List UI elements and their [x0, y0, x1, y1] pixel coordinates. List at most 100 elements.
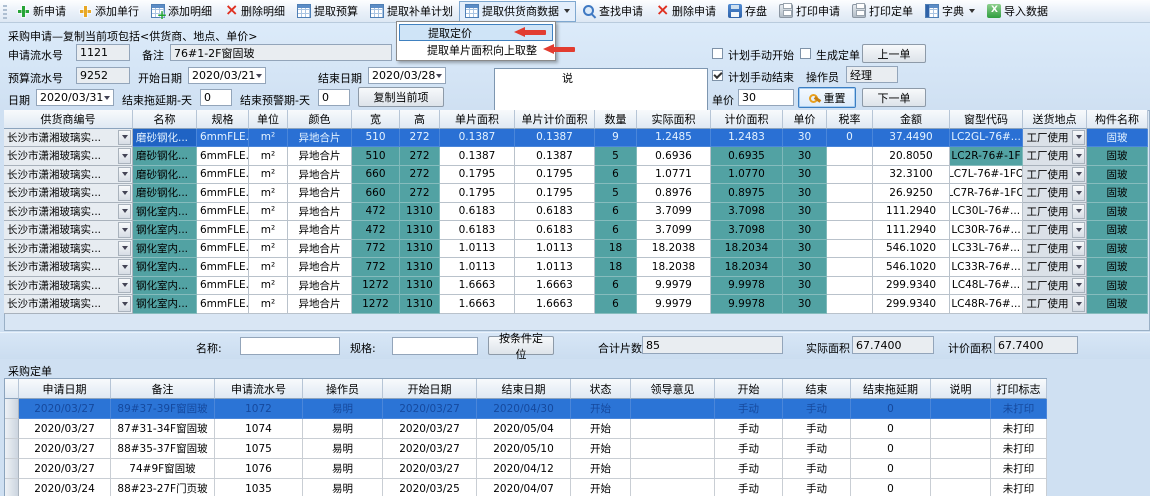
- orders-cell-end-date[interactable]: 2020/04/12: [477, 459, 571, 479]
- cell-actual-area[interactable]: 3.7099: [637, 221, 711, 240]
- orders-column-header-end-delay[interactable]: 结束拖延期: [851, 379, 931, 399]
- cell-unit-price[interactable]: 30: [783, 184, 827, 203]
- dropdown-arrow-icon[interactable]: [1072, 130, 1085, 146]
- toolbar-button-delete-detail[interactable]: 删除明细: [218, 1, 291, 22]
- cell-spec[interactable]: 6mmFLE...: [197, 129, 249, 148]
- cell-tax-rate[interactable]: [827, 221, 873, 240]
- cell-color[interactable]: 异地合片: [288, 166, 352, 185]
- orders-column-header-end[interactable]: 结束: [783, 379, 851, 399]
- toolbar-button-save[interactable]: 存盘: [722, 1, 773, 22]
- cell-tax-rate[interactable]: [827, 184, 873, 203]
- orders-cell-print-flag[interactable]: 未打印: [991, 399, 1047, 419]
- cell-amount[interactable]: 299.9340: [873, 295, 950, 314]
- toolbar-button-add-row[interactable]: 添加单行: [72, 1, 145, 22]
- cell-qty[interactable]: 18: [595, 240, 637, 259]
- orders-cell-status[interactable]: 开始: [571, 439, 631, 459]
- cell-calc-area[interactable]: 0.8975: [711, 184, 783, 203]
- toolbar-button-delete-apply[interactable]: 删除申请: [649, 1, 722, 22]
- cell-calc-area[interactable]: 18.2034: [711, 258, 783, 277]
- copy-current-button[interactable]: 复制当前项: [358, 87, 444, 107]
- orders-column-header-leader-opinion[interactable]: 领导意见: [631, 379, 715, 399]
- cell-window-code[interactable]: LC33R-76#...: [950, 258, 1023, 277]
- cell-window-code[interactable]: LC7L-76#-1FO: [950, 166, 1023, 185]
- cell-actual-area[interactable]: 0.6936: [637, 147, 711, 166]
- orders-row-gutter[interactable]: [5, 439, 19, 459]
- cell-height[interactable]: 1310: [400, 221, 440, 240]
- orders-cell-start-date[interactable]: 2020/03/25: [383, 479, 477, 496]
- orders-row-gutter[interactable]: [5, 419, 19, 439]
- cell-piece-calc-area[interactable]: 0.1795: [515, 184, 595, 203]
- cell-delivery-place[interactable]: 工厂使用: [1023, 147, 1087, 166]
- cell-unit[interactable]: m²: [249, 277, 288, 296]
- cell-component-name[interactable]: 固玻: [1087, 184, 1148, 203]
- cell-tax-rate[interactable]: [827, 295, 873, 314]
- cell-supplier[interactable]: 长沙市潇湘玻璃实...: [4, 240, 133, 259]
- cell-tax-rate[interactable]: [827, 147, 873, 166]
- orders-cell-end[interactable]: 手动: [783, 419, 851, 439]
- cell-tax-rate[interactable]: 0: [827, 129, 873, 148]
- cell-color[interactable]: 异地合片: [288, 295, 352, 314]
- orders-cell-status[interactable]: 开始: [571, 419, 631, 439]
- chevron-down-icon[interactable]: [564, 9, 570, 13]
- cell-actual-area[interactable]: 3.7099: [637, 203, 711, 222]
- orders-cell-start[interactable]: 手动: [715, 419, 783, 439]
- cell-qty[interactable]: 5: [595, 184, 637, 203]
- cell-window-code[interactable]: LC7R-76#-1FO: [950, 184, 1023, 203]
- toolbar-button-extract-budget[interactable]: 提取预算: [291, 1, 364, 22]
- orders-column-header-start[interactable]: 开始: [715, 379, 783, 399]
- unit-price-field[interactable]: 30: [738, 89, 794, 106]
- cell-spec[interactable]: 6mmFLE...: [197, 166, 249, 185]
- cell-qty[interactable]: 6: [595, 277, 637, 296]
- cell-supplier[interactable]: 长沙市潇湘玻璃实...: [4, 258, 133, 277]
- reset-button[interactable]: 重置: [798, 87, 856, 108]
- cell-name[interactable]: 磨砂钢化...: [133, 129, 197, 148]
- cell-height[interactable]: 272: [400, 147, 440, 166]
- cell-calc-area[interactable]: 9.9978: [711, 277, 783, 296]
- cell-component-name[interactable]: 固玻: [1087, 295, 1148, 314]
- dropdown-arrow-icon[interactable]: [1072, 296, 1085, 312]
- toolbar-button-extract-supplement-plan[interactable]: 提取补单计划: [364, 1, 459, 22]
- cell-color[interactable]: 异地合片: [288, 203, 352, 222]
- cell-calc-area[interactable]: 0.6935: [711, 147, 783, 166]
- locate-by-condition-button[interactable]: 按条件定位: [488, 336, 554, 355]
- cell-piece-area[interactable]: 1.6663: [440, 295, 515, 314]
- dropdown-arrow-icon[interactable]: [1072, 204, 1085, 220]
- toolbar-button-import-data[interactable]: 导入数据: [981, 1, 1054, 22]
- cell-width[interactable]: 772: [352, 240, 400, 259]
- cell-color[interactable]: 异地合片: [288, 221, 352, 240]
- menu-item-extract-pricing[interactable]: 提取定价: [399, 24, 553, 41]
- cell-actual-area[interactable]: 0.8976: [637, 184, 711, 203]
- cell-piece-area[interactable]: 1.6663: [440, 277, 515, 296]
- cell-height[interactable]: 1310: [400, 277, 440, 296]
- cell-supplier[interactable]: 长沙市潇湘玻璃实...: [4, 129, 133, 148]
- cell-spec[interactable]: 6mmFLE...: [197, 258, 249, 277]
- column-header-piece-area[interactable]: 单片面积: [440, 110, 515, 129]
- column-header-unit-price[interactable]: 单价: [783, 110, 827, 129]
- cell-amount[interactable]: 26.9250: [873, 184, 950, 203]
- cell-height[interactable]: 1310: [400, 240, 440, 259]
- cell-width[interactable]: 510: [352, 129, 400, 148]
- orders-cell-start-date[interactable]: 2020/03/27: [383, 399, 477, 419]
- cell-piece-calc-area[interactable]: 1.0113: [515, 258, 595, 277]
- cell-supplier[interactable]: 长沙市潇湘玻璃实...: [4, 277, 133, 296]
- cell-spec[interactable]: 6mmFLE...: [197, 295, 249, 314]
- cell-name[interactable]: 钢化室内...: [133, 295, 197, 314]
- cell-height[interactable]: 1310: [400, 258, 440, 277]
- orders-cell-apply-date[interactable]: 2020/03/24: [19, 479, 111, 496]
- cell-unit-price[interactable]: 30: [783, 258, 827, 277]
- orders-cell-note[interactable]: [931, 479, 991, 496]
- cell-piece-area[interactable]: 0.1387: [440, 129, 515, 148]
- dropdown-arrow-icon[interactable]: [118, 241, 131, 257]
- cell-piece-calc-area[interactable]: 0.1387: [515, 147, 595, 166]
- cell-delivery-place[interactable]: 工厂使用: [1023, 184, 1087, 203]
- orders-cell-end-date[interactable]: 2020/04/30: [477, 399, 571, 419]
- cell-amount[interactable]: 546.1020: [873, 258, 950, 277]
- orders-cell-end-date[interactable]: 2020/05/04: [477, 419, 571, 439]
- cell-piece-area[interactable]: 0.6183: [440, 221, 515, 240]
- cell-supplier[interactable]: 长沙市潇湘玻璃实...: [4, 221, 133, 240]
- cell-component-name[interactable]: 固玻: [1087, 277, 1148, 296]
- cell-window-code[interactable]: LC33L-76#...: [950, 240, 1023, 259]
- cell-supplier[interactable]: 长沙市潇湘玻璃实...: [4, 166, 133, 185]
- cell-width[interactable]: 660: [352, 166, 400, 185]
- cell-delivery-place[interactable]: 工厂使用: [1023, 240, 1087, 259]
